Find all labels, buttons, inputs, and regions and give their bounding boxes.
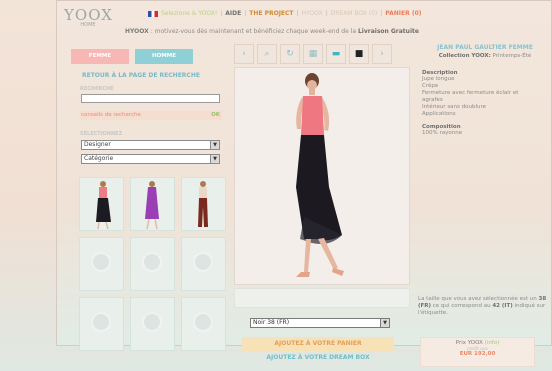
thumbnail-purple-dress[interactable]	[130, 177, 175, 231]
nav-separator: |	[244, 10, 247, 17]
price-value: EUR 192,00	[459, 351, 496, 357]
model-image	[296, 73, 344, 277]
yoox-logo[interactable]: YOOX HOME	[64, 6, 112, 28]
tab-femme[interactable]: FEMME	[71, 49, 129, 64]
size-select-value: Noir 38 (FR)	[253, 319, 290, 326]
next-icon[interactable]: ›	[372, 44, 392, 64]
add-to-basket-button[interactable]: AJOUTEZ À VOTRE PANIER	[242, 337, 394, 351]
promo-banner: HYOOX : motivez-vous dès maintenant et b…	[125, 28, 419, 35]
size-note: La taille que vous avez sélectionnée est…	[418, 296, 552, 317]
size-equivalent: 42 (IT)	[492, 303, 513, 309]
composition-value: 100% rayonne	[422, 130, 463, 136]
thumbnail-placeholder	[79, 297, 124, 351]
black-swatch-icon[interactable]: ■	[349, 44, 369, 64]
country-selector-link[interactable]: Selezione & YOOX!	[161, 10, 217, 17]
chevron-down-icon[interactable]: ▼	[210, 155, 219, 163]
collection-value: Printemps-Été	[492, 53, 532, 59]
collection-label: Collection YOOX:	[438, 53, 491, 59]
thumbnail-grid	[79, 177, 226, 351]
grid-icon[interactable]: ▦	[303, 44, 323, 64]
model-thumbnail-1	[96, 181, 111, 230]
chevron-down-icon[interactable]: ▼	[380, 319, 389, 327]
description-line: Intérieur sans doublure	[422, 104, 487, 110]
category-select[interactable]: Catégorie ▼	[81, 154, 220, 164]
help-link[interactable]: AIDE	[225, 10, 241, 17]
price-box: Prix YOOX (info) plutôt que EUR 192,00	[420, 337, 535, 367]
nav-separator: |	[296, 10, 299, 17]
collection-line: Collection YOOX: Printemps-Été	[418, 53, 552, 59]
back-to-search-link[interactable]: RETOUR À LA PAGE DE RECHERCHE	[82, 72, 200, 79]
previous-icon[interactable]: ‹	[234, 44, 254, 64]
promo-text: : motivez-vous dès maintenant et bénéfic…	[150, 28, 357, 35]
add-to-dream-box-link[interactable]: AJOUTEZ À VOTRE DREAM BOX	[242, 354, 394, 361]
size-note-text: est un	[519, 296, 537, 302]
thumbnail-placeholder	[79, 237, 124, 291]
nav-separator: |	[380, 10, 383, 17]
description-line: Applications	[422, 111, 456, 117]
dream-box-link[interactable]: DREAM BOX (0)	[331, 10, 378, 17]
size-note-text: La taille que vous avez sélectionnée	[418, 296, 518, 302]
thumbnail-placeholder	[181, 297, 226, 351]
tab-homme[interactable]: HOMME	[135, 49, 193, 64]
search-tips-bar: conseils de recherche OK	[80, 111, 222, 120]
nav-separator: |	[220, 10, 223, 17]
model-thumbnail-2	[145, 181, 159, 230]
category-select-value: Catégorie	[84, 155, 114, 162]
viewer-toolbar: ‹ ⌕ ↻ ▦ ▬ ■ ›	[234, 44, 410, 65]
project-link[interactable]: THE PROJECT	[249, 10, 293, 17]
description-line: agrafes	[422, 97, 443, 103]
hyoox-link[interactable]: HYOOX	[302, 10, 323, 17]
flag-icon[interactable]	[148, 10, 158, 17]
search-ok-button[interactable]: OK	[211, 112, 220, 118]
zoom-icon[interactable]: ⌕	[257, 44, 277, 64]
search-label: RECHERCHE	[80, 86, 114, 92]
designer-select[interactable]: Designer ▼	[81, 140, 220, 150]
rotate-icon[interactable]: ↻	[280, 44, 300, 64]
search-tips-link[interactable]: conseils de recherche	[81, 112, 141, 118]
description-line: Fermeture avec fermeture éclair et	[422, 90, 519, 96]
product-info-panel: JEAN PAUL GAULTIER FEMME Collection YOOX…	[418, 44, 552, 137]
size-note-text: ce qui correspond au	[432, 303, 491, 309]
promo-highlight: Livraison Gratuite	[357, 28, 419, 35]
nav-separator: |	[325, 10, 328, 17]
gender-tabs: FEMME HOMME	[71, 49, 193, 64]
designer-name[interactable]: JEAN PAUL GAULTIER FEMME	[418, 44, 552, 51]
description-line: Jupe longue	[422, 76, 455, 82]
basket-link[interactable]: PANIER (0)	[385, 10, 421, 17]
thumbnail-placeholder	[130, 237, 175, 291]
size-select[interactable]: Noir 38 (FR) ▼	[250, 318, 390, 328]
chevron-down-icon[interactable]: ▼	[210, 141, 219, 149]
designer-select-value: Designer	[84, 141, 111, 148]
product-viewer[interactable]	[234, 67, 410, 285]
color-swatch-icon[interactable]: ▬	[326, 44, 346, 64]
thumbnail-placeholder	[130, 297, 175, 351]
promo-brand[interactable]: HYOOX	[125, 28, 149, 35]
model-thumbnail-3	[198, 181, 208, 227]
viewer-caption-bar	[234, 288, 410, 308]
thumbnail-placeholder	[181, 237, 226, 291]
search-input[interactable]	[81, 94, 220, 103]
thumbnail-black-skirt[interactable]	[79, 177, 124, 231]
filters-label: SÉLECTIONNEZ	[80, 131, 123, 137]
top-navigation: Selezione & YOOX! | AIDE | THE PROJECT |…	[148, 10, 422, 17]
description-line: Crêpe	[422, 83, 439, 89]
thumbnail-brown-pants[interactable]	[181, 177, 226, 231]
